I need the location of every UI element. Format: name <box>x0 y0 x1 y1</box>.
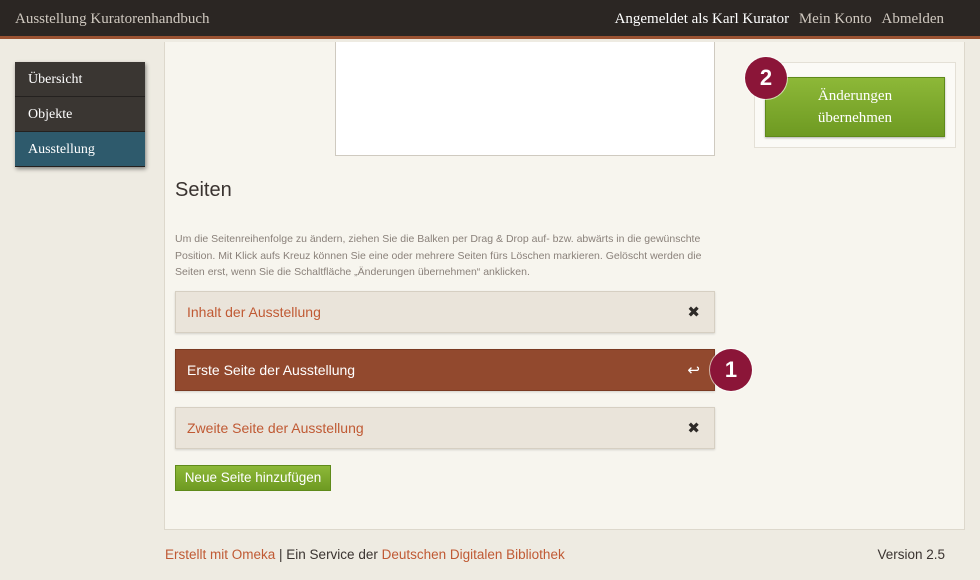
logout-link[interactable]: Abmelden <box>882 11 944 27</box>
add-page-button[interactable]: Neue Seite hinzufügen <box>175 465 331 491</box>
page-row-second-page[interactable]: Zweite Seite der Ausstellung ✖ <box>175 407 715 449</box>
description-textarea[interactable] <box>335 42 715 156</box>
footer: Erstellt mit Omeka | Ein Service der Deu… <box>165 547 565 562</box>
omeka-link[interactable]: Erstellt mit Omeka <box>165 547 275 562</box>
undo-icon[interactable]: ↩ <box>687 361 700 379</box>
page-row-content[interactable]: Inhalt der Ausstellung ✖ <box>175 291 715 333</box>
pages-help-text: Um die Seitenreihenfolge zu ändern, zieh… <box>175 233 702 278</box>
app-title: Ausstellung Kuratorenhandbuch <box>15 11 210 27</box>
page-row-label[interactable]: Erste Seite der Ausstellung <box>187 362 355 378</box>
my-account-link[interactable]: Mein Konto <box>799 11 872 27</box>
sidebar-item-exhibit[interactable]: Ausstellung <box>15 132 145 167</box>
page-row-label[interactable]: Zweite Seite der Ausstellung <box>187 420 364 436</box>
footer-separator-text: | Ein Service der <box>275 547 382 562</box>
top-bar: Ausstellung Kuratorenhandbuch Angemeldet… <box>0 0 980 39</box>
delete-x-icon[interactable]: ✖ <box>687 303 700 321</box>
logged-in-user: Angemeldet als Karl Kurator <box>614 11 790 27</box>
page-row-label[interactable]: Inhalt der Ausstellung <box>187 304 321 320</box>
sidebar-item-items[interactable]: Objekte <box>15 97 145 132</box>
ddb-link[interactable]: Deutschen Digitalen Bibliothek <box>382 547 565 562</box>
version-text: Version 2.5 <box>877 547 945 562</box>
callout-badge-1: 1 <box>710 349 752 391</box>
save-changes-button[interactable]: Änderungen übernehmen <box>765 77 945 137</box>
callout-badge-2: 2 <box>745 57 787 99</box>
user-nav: Angemeldet als Karl Kurator Mein Konto A… <box>609 11 944 28</box>
sidebar-nav: Übersicht Objekte Ausstellung <box>15 62 145 167</box>
page-row-first-page[interactable]: Erste Seite der Ausstellung ↩ <box>175 349 715 391</box>
pages-section-title: Seiten <box>175 179 232 201</box>
delete-x-icon[interactable]: ✖ <box>687 419 700 437</box>
sidebar-item-overview[interactable]: Übersicht <box>15 62 145 97</box>
